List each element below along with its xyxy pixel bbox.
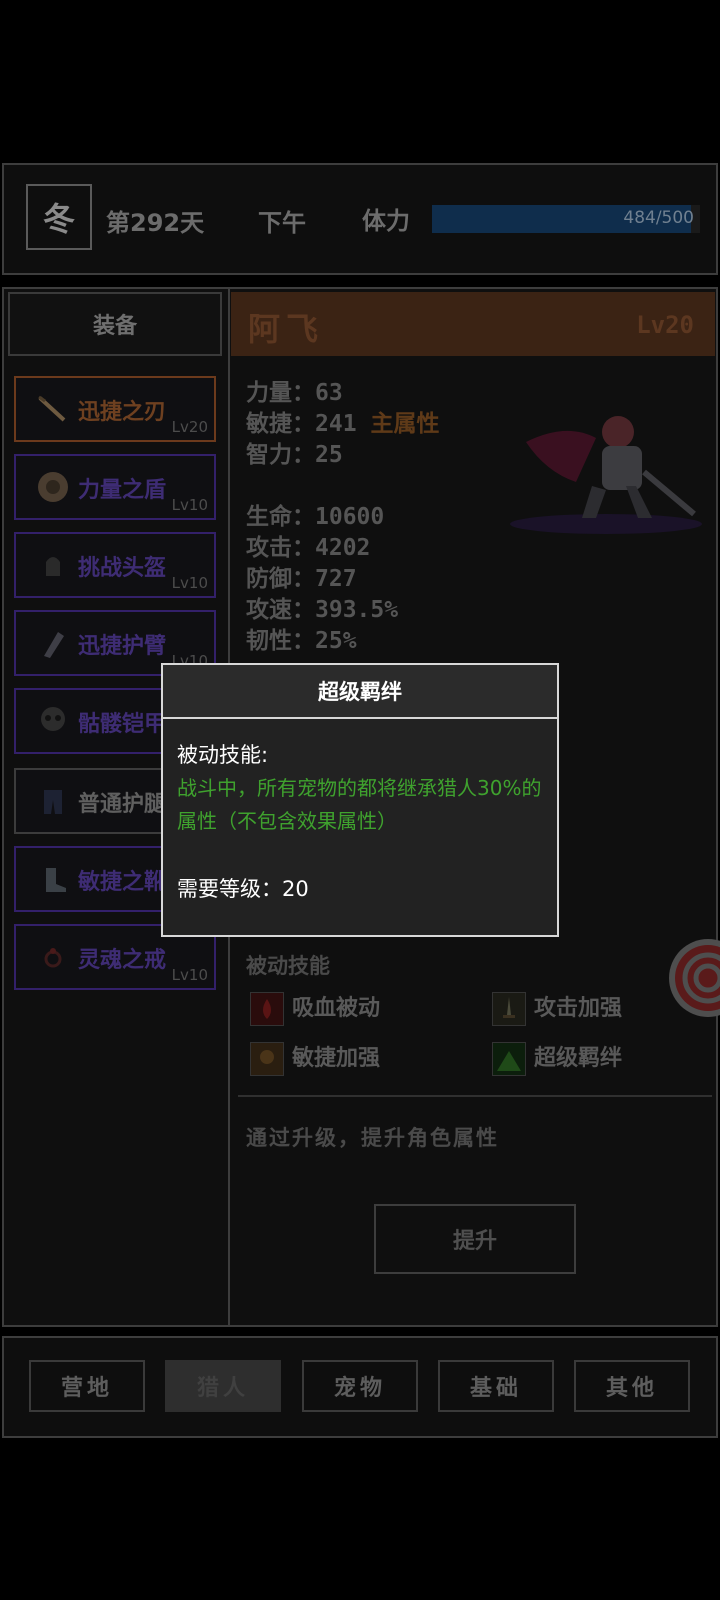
stat-tenacity: 韧性：25%	[246, 628, 357, 654]
skill-name: 攻击加强	[534, 996, 623, 1021]
stamina-bar: 484/500	[432, 205, 700, 233]
boots-icon	[46, 868, 66, 892]
equipment-name: 灵魂之戒	[78, 948, 167, 973]
stat-hp: 生命：10600	[246, 504, 385, 530]
blood-icon	[250, 992, 284, 1026]
equipment-name: 迅捷之刃	[78, 400, 167, 425]
nav-camp[interactable]: 营地	[29, 1360, 145, 1412]
season-badge: 冬	[26, 184, 92, 250]
stat-strength: 力量：63	[246, 380, 343, 406]
upgrade-hint: 通过升级，提升角色属性	[246, 1126, 499, 1150]
skill-name: 敏捷加强	[292, 1046, 381, 1071]
skill-agility-boost[interactable]: 敏捷加强	[250, 1040, 380, 1076]
equipment-level: Lv20	[171, 418, 208, 436]
main-attribute-tag: 主属性	[370, 411, 440, 437]
equipment-name: 骷髅铠甲	[78, 712, 167, 737]
nav-pet[interactable]: 宠物	[302, 1360, 418, 1412]
nav-base[interactable]: 基础	[438, 1360, 554, 1412]
ring-icon	[44, 948, 62, 968]
nav-other[interactable]: 其他	[574, 1360, 690, 1412]
popup-description: 战斗中，所有宠物的都将继承猎人30%的属性（不包含效果属性）	[177, 776, 542, 833]
stat-agility: 敏捷：241	[246, 411, 357, 437]
blade-icon	[38, 395, 66, 422]
passive-skills-title: 被动技能	[246, 954, 330, 978]
equipment-name: 迅捷护臂	[78, 634, 167, 659]
equipment-name: 挑战头盔	[78, 556, 167, 581]
bracer-icon	[44, 632, 64, 658]
stat-attack-speed: 攻速：393.5%	[246, 597, 399, 623]
equipment-name: 普通护腿	[78, 792, 167, 817]
section-divider	[238, 1095, 712, 1097]
popup-requirement: 需要等级：20	[177, 877, 309, 901]
hero-name: 阿飞	[248, 310, 325, 348]
skill-super-bond[interactable]: 超级羁绊	[492, 1040, 622, 1076]
popup-skill-type: 被动技能:	[177, 743, 269, 767]
popup-title: 超级羁绊	[163, 665, 557, 719]
bond-icon	[492, 1042, 526, 1076]
stat-agility-row: 敏捷：241 主属性	[246, 404, 440, 438]
skill-attack-boost[interactable]: 攻击加强	[492, 990, 622, 1026]
equipment-level: Lv10	[171, 574, 208, 592]
stat-intelligence: 智力：25	[246, 442, 343, 468]
hero-portrait	[510, 416, 702, 534]
skill-lifesteal[interactable]: 吸血被动	[250, 990, 380, 1026]
shield-icon	[38, 472, 68, 502]
hero-level: Lv20	[636, 311, 694, 339]
skill-name: 超级羁绊	[534, 1046, 623, 1071]
equipment-tab[interactable]: 装备	[8, 292, 222, 356]
equipment-name: 敏捷之靴	[78, 870, 167, 895]
equipment-slot-helmet[interactable]: 挑战头盔 Lv10	[14, 532, 216, 598]
skull-armor-icon	[41, 707, 65, 731]
day-counter: 第292天	[106, 209, 205, 237]
leggings-icon	[44, 790, 62, 814]
equipment-level: Lv10	[171, 496, 208, 514]
stat-attack: 攻击：4202	[246, 535, 371, 561]
nav-hunter[interactable]: 猎人	[165, 1360, 281, 1412]
equipment-name: 力量之盾	[78, 478, 167, 503]
equipment-slot-weapon[interactable]: 迅捷之刃 Lv20	[14, 376, 216, 442]
sword-icon	[492, 992, 526, 1026]
stamina-text: 484/500	[623, 208, 694, 228]
stamina-label: 体力	[362, 207, 410, 235]
equipment-slot-shield[interactable]: 力量之盾 Lv10	[14, 454, 216, 520]
stat-defense: 防御：727	[246, 566, 357, 592]
skill-name: 吸血被动	[292, 996, 381, 1021]
helmet-icon	[46, 557, 60, 576]
time-of-day: 下午	[258, 209, 306, 237]
equipment-level: Lv10	[171, 966, 208, 984]
upgrade-button[interactable]: 提升	[374, 1204, 576, 1274]
agi-icon	[250, 1042, 284, 1076]
